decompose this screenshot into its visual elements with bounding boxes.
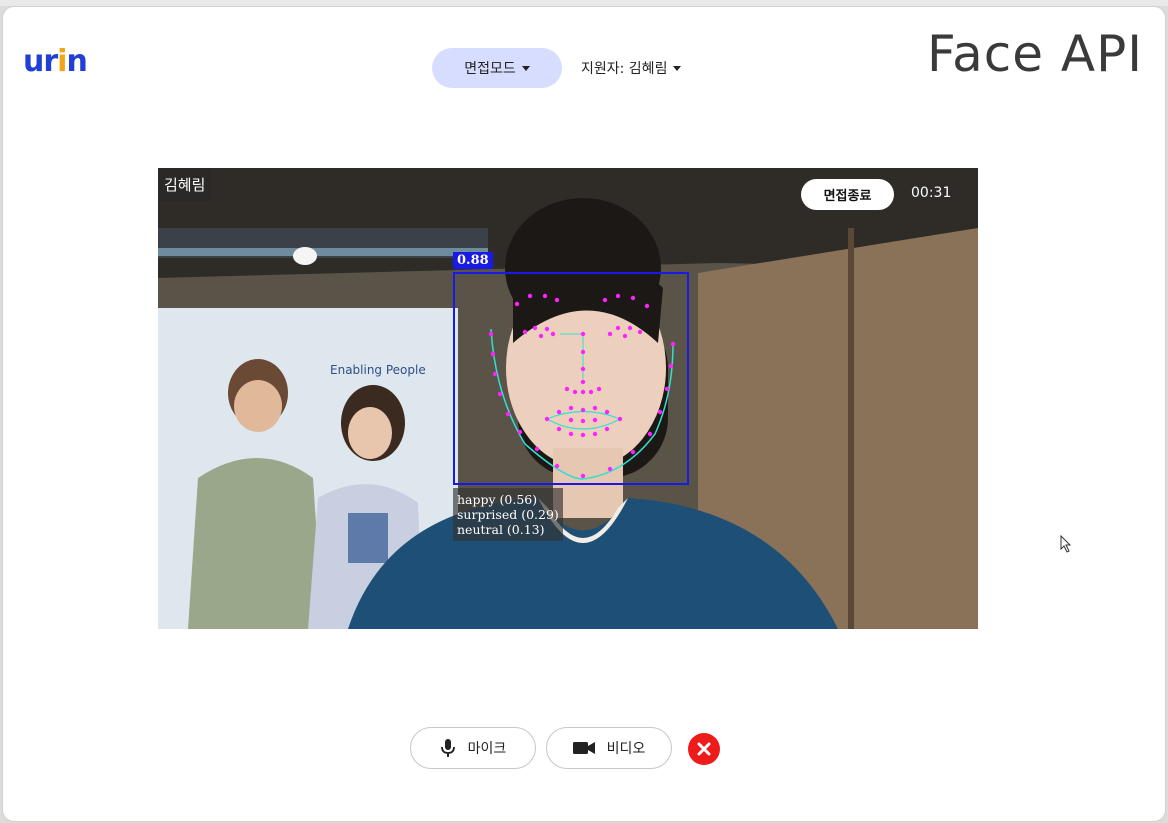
poster-text: Enabling People	[330, 363, 426, 377]
video-feed: Enabling People 김혜림 면접종료 00:31 0.88 happ…	[158, 168, 978, 629]
emotion-line: neutral (0.13)	[457, 522, 545, 537]
participant-name-tag: 김혜림	[158, 168, 212, 201]
close-icon	[697, 742, 711, 756]
face-landmarks	[488, 293, 676, 480]
end-interview-button[interactable]: 면접종료	[801, 179, 894, 210]
caret-down-icon	[521, 65, 530, 71]
interview-timer: 00:31	[911, 185, 952, 201]
emotion-line: surprised (0.29)	[457, 507, 559, 522]
urn-logo: urin	[23, 44, 88, 79]
applicant-label: 지원자: 김혜림	[581, 61, 668, 77]
app-window: urin 면접모드 지원자: 김혜림 Face API Enabling Peo…	[2, 6, 1166, 822]
microphone-button[interactable]: 마이크	[410, 727, 536, 769]
video-camera-icon	[572, 742, 595, 754]
mouse-cursor-icon	[1060, 535, 1072, 553]
interview-mode-label: 면접모드	[464, 61, 516, 77]
face-detection-score: 0.88	[453, 252, 493, 269]
emotion-line: happy (0.56)	[457, 492, 538, 507]
brand-title: Face API	[926, 25, 1143, 83]
microphone-label: 마이크	[467, 741, 507, 757]
caret-down-icon	[673, 65, 682, 71]
video-button[interactable]: 비디오	[546, 727, 672, 769]
leave-call-button[interactable]	[688, 733, 720, 765]
applicant-dropdown[interactable]: 지원자: 김혜림	[581, 57, 682, 79]
video-label: 비디오	[606, 741, 646, 757]
face-detection-box	[453, 272, 689, 485]
interview-mode-dropdown[interactable]: 면접모드	[432, 48, 562, 88]
emotion-readout: happy (0.56) surprised (0.29) neutral (0…	[453, 488, 563, 541]
microphone-icon	[440, 739, 455, 757]
